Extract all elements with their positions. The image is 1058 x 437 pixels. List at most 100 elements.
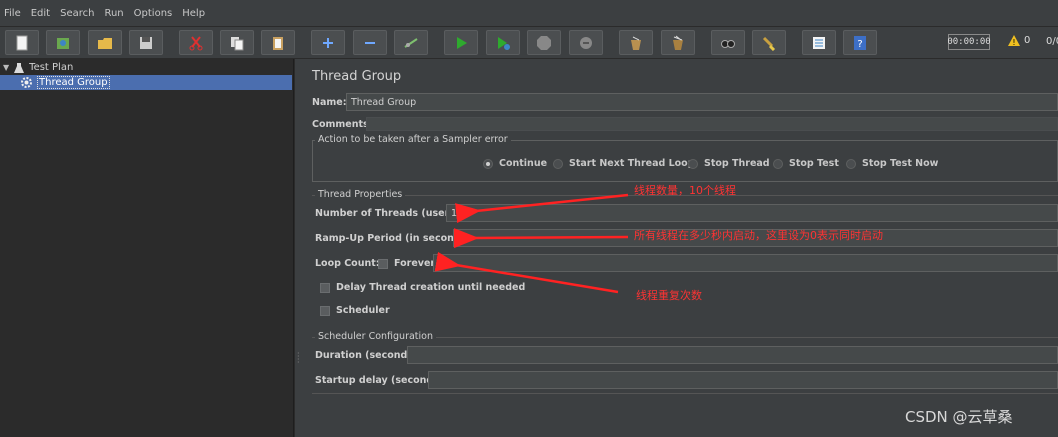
clear-all-icon: [673, 35, 683, 50]
reset-search-icon: [762, 36, 776, 51]
radio-icon: [688, 158, 698, 169]
startup-delay-field[interactable]: [428, 371, 1058, 389]
menu-help[interactable]: Help: [182, 8, 205, 19]
svg-text:!: !: [1012, 38, 1015, 46]
forever-label: Forever: [394, 258, 436, 269]
new-button[interactable]: [5, 30, 39, 55]
menu-run[interactable]: Run: [104, 8, 123, 19]
checkbox-icon: [320, 282, 330, 293]
checkbox-icon: [320, 305, 330, 316]
radio-stop-thread[interactable]: Stop Thread: [688, 158, 770, 169]
open-button[interactable]: [88, 30, 122, 55]
radio-stop-test-now[interactable]: Stop Test Now: [846, 158, 938, 169]
function-helper-button[interactable]: [802, 30, 836, 55]
bottom-separator: [312, 393, 1058, 394]
name-label: Name:: [312, 97, 347, 108]
clear-icon: [631, 36, 641, 50]
watermark: CSDN @云草桑: [905, 408, 1013, 426]
radio-stop-test[interactable]: Stop Test: [773, 158, 839, 169]
duration-field[interactable]: [407, 346, 1058, 364]
radio-continue[interactable]: Continue: [483, 158, 547, 169]
start-icon: [457, 36, 467, 49]
radio-label: Stop Test Now: [862, 158, 939, 169]
warning-indicator[interactable]: ! 0: [1008, 35, 1030, 46]
comments-label: Comments:: [312, 119, 373, 130]
search-icon: [721, 39, 735, 48]
collapse-icon: [365, 41, 375, 44]
loop-count-field[interactable]: 1: [433, 254, 1058, 272]
menu-file[interactable]: File: [4, 8, 21, 19]
radio-start-next-loop[interactable]: Start Next Thread Loop: [553, 158, 695, 169]
ramp-annotation: 所有线程在多少秒内启动，这里设为0表示同时启动: [634, 229, 883, 242]
clear-all-button[interactable]: [661, 30, 695, 55]
function-helper-icon: [813, 36, 825, 49]
divider-grip-icon: · · · ·: [297, 349, 300, 367]
paste-button[interactable]: [261, 30, 295, 55]
menu-options[interactable]: Options: [134, 8, 173, 19]
radio-icon: [773, 158, 783, 169]
toggle-button[interactable]: [394, 30, 428, 55]
elapsed-timer: 00:00:00: [947, 34, 991, 50]
copy-button[interactable]: [220, 30, 254, 55]
tree-label: Thread Group: [37, 76, 110, 89]
radio-icon: [553, 158, 563, 169]
svg-text:?: ?: [857, 39, 862, 50]
save-button[interactable]: [129, 30, 163, 55]
tree-item-test-plan[interactable]: ▼ Test Plan: [3, 60, 73, 75]
name-field[interactable]: Thread Group: [346, 93, 1058, 111]
save-icon: [140, 36, 152, 49]
scheduler-config-title: Scheduler Configuration: [315, 331, 437, 342]
help-icon: ?: [854, 35, 866, 50]
delay-thread-label: Delay Thread creation until needed: [336, 282, 526, 293]
shutdown-icon: [580, 36, 592, 49]
scheduler-label: Scheduler: [336, 305, 390, 316]
duration-label: Duration (seconds): [315, 350, 418, 361]
search-button[interactable]: [711, 30, 745, 55]
shutdown-button[interactable]: [569, 30, 603, 55]
warning-count: 0: [1024, 35, 1031, 46]
loop-count-label: Loop Count:: [315, 258, 380, 269]
radio-label: Stop Test: [789, 158, 839, 169]
menu-search[interactable]: Search: [60, 8, 94, 19]
start-no-pauses-button[interactable]: [486, 30, 520, 55]
expand-icon: [323, 37, 333, 48]
test-plan-tree: ▼ Test Plan Thread Group: [0, 59, 294, 437]
help-button[interactable]: ?: [843, 30, 877, 55]
checkbox-icon: [378, 258, 388, 269]
radio-icon: [846, 158, 856, 169]
reset-search-button[interactable]: [752, 30, 786, 55]
radio-label: Stop Thread: [704, 158, 770, 169]
cut-button[interactable]: [179, 30, 213, 55]
collapse-button[interactable]: [353, 30, 387, 55]
radio-label: Start Next Thread Loop: [569, 158, 695, 169]
gear-icon: [21, 77, 32, 88]
menu-edit[interactable]: Edit: [31, 8, 50, 19]
page-title: Thread Group: [312, 69, 402, 84]
delay-thread-checkbox[interactable]: Delay Thread creation until needed: [320, 282, 525, 293]
radio-label: Continue: [499, 158, 548, 169]
menu-bar: File Edit Search Run Options Help: [0, 0, 1058, 27]
toggle-icon: [404, 37, 418, 48]
expand-button[interactable]: [311, 30, 345, 55]
start-button[interactable]: [444, 30, 478, 55]
expand-triangle-icon[interactable]: ▼: [3, 63, 9, 72]
clear-button[interactable]: [619, 30, 653, 55]
templates-button[interactable]: [46, 30, 80, 55]
start-no-pauses-icon: [498, 36, 510, 50]
tree-item-thread-group[interactable]: Thread Group: [0, 75, 292, 90]
scheduler-checkbox[interactable]: Scheduler: [320, 305, 390, 316]
comments-field[interactable]: [366, 117, 1058, 131]
open-icon: [98, 37, 112, 49]
threads-annotation: 线程数量，10个线程: [634, 184, 736, 197]
thread-group-panel: Thread Group Name: Thread Group Comments…: [305, 59, 1058, 437]
forever-checkbox[interactable]: Forever: [378, 258, 435, 269]
split-divider[interactable]: [294, 59, 303, 437]
copy-icon: [231, 36, 244, 50]
num-threads-label: Number of Threads (users):: [315, 208, 464, 219]
templates-icon: [57, 37, 69, 49]
paste-icon: [273, 36, 283, 50]
startup-delay-label: Startup delay (seconds): [315, 375, 444, 386]
stop-button[interactable]: [527, 30, 561, 55]
num-threads-field[interactable]: 10: [446, 204, 1058, 222]
tree-label: Test Plan: [29, 62, 74, 73]
